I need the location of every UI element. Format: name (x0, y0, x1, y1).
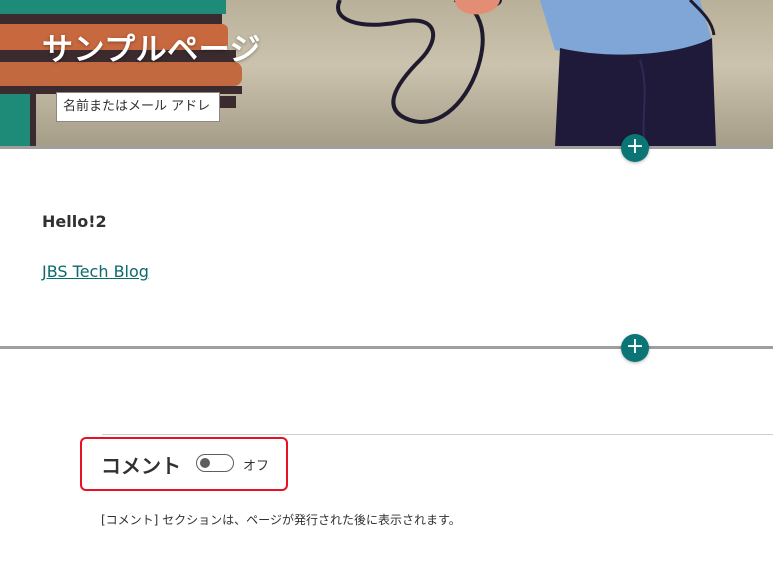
plus-icon: + (625, 334, 645, 359)
author-input[interactable]: 名前またはメール アドレ (56, 92, 220, 122)
section-divider (0, 146, 773, 149)
title-region-banner: サンプルページ 名前またはメール アドレ (0, 0, 773, 146)
plus-icon: + (625, 134, 645, 159)
comments-heading: コメント (101, 454, 181, 478)
comments-separator (102, 434, 773, 435)
banner-illustration (0, 0, 716, 146)
toggle-state-label: オフ (243, 459, 270, 474)
comments-toggle[interactable] (196, 454, 234, 472)
toggle-knob (200, 458, 210, 468)
page-title[interactable]: サンプルページ (42, 24, 261, 69)
greeting-text: Hello!2 (42, 212, 107, 231)
blog-link[interactable]: JBS Tech Blog (42, 262, 149, 281)
add-section-button[interactable]: + (621, 334, 649, 362)
comments-info-text: [コメント] セクションは、ページが発行された後に表示されます。 (101, 513, 461, 527)
add-section-button[interactable]: + (621, 134, 649, 162)
section-divider (0, 346, 773, 349)
